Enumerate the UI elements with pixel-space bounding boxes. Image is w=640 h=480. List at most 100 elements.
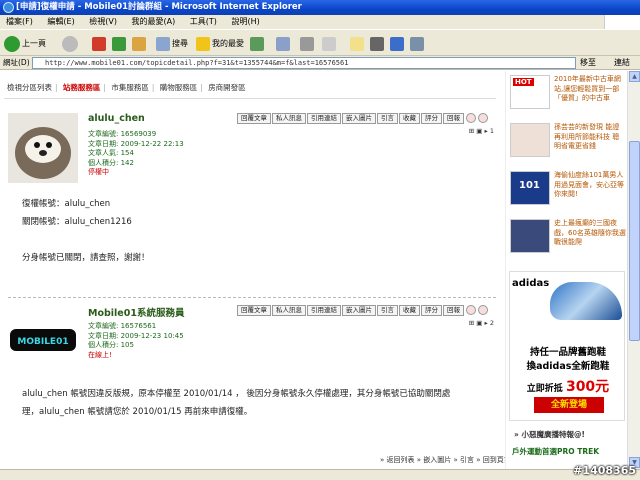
collect-button[interactable]: 收藏: [399, 113, 420, 124]
sidebar-link[interactable]: » 小惡魔廣播特報@!: [514, 429, 585, 440]
menu-edit[interactable]: 編輯(E): [47, 17, 74, 26]
refresh-button[interactable]: [112, 35, 126, 52]
stop-button[interactable]: [92, 35, 106, 52]
menu-favorites[interactable]: 我的最愛(A): [132, 17, 176, 26]
ad-image: HOT: [510, 75, 550, 109]
favorites-button[interactable]: 我的最愛: [196, 35, 244, 52]
ad-text: 2010年最新中古車網站,讓您輕鬆買到一部「優質」的中古車: [554, 75, 621, 102]
sidebar-ad[interactable]: 101 海偷仙度絲101萬男人用過見面會，安心亞等你來閱!: [510, 171, 626, 207]
scroll-up-arrow-icon[interactable]: ▲: [629, 71, 640, 82]
ad-image: [510, 219, 550, 253]
history-button[interactable]: [250, 35, 264, 52]
print-button[interactable]: [300, 35, 314, 52]
mail-button[interactable]: [276, 35, 290, 52]
bottom-links[interactable]: » 返回列表 » 嵌入圖片 » 引言 » 回到頁首: [380, 455, 505, 465]
messenger-icon: [370, 36, 384, 51]
quote-link-button[interactable]: 引用連結: [307, 305, 341, 316]
adidas-banner-ad[interactable]: adidas 持任一品牌舊跑鞋 換adidas全新跑鞋 立即折抵 300元 全新…: [509, 271, 625, 421]
status-bar: [0, 469, 640, 480]
private-message-button[interactable]: 私人訊息: [272, 113, 306, 124]
address-input[interactable]: http://www.mobile01.com/topicdetail.php?…: [32, 57, 576, 69]
report-button[interactable]: 回報: [443, 305, 464, 316]
new-arrival-badge: 全新登場: [534, 397, 604, 413]
nav-market[interactable]: 市集服務區: [111, 83, 149, 92]
embed-image-button[interactable]: 嵌入圖片: [342, 305, 376, 316]
menu-view[interactable]: 檢視(V): [89, 17, 117, 26]
post-meta: 文章編號: 16576561 文章日期: 2009-12-23 10:45 個人…: [88, 322, 184, 359]
reply-button[interactable]: 回覆文章: [237, 305, 271, 316]
research-button[interactable]: [390, 35, 404, 52]
post-body: alulu_chen 帳號因違反版規，原本停權至 2010/01/14 ， 後因…: [22, 389, 451, 417]
delete-icon[interactable]: [478, 305, 488, 315]
search-icon: [156, 36, 170, 51]
favorites-star-icon: [196, 36, 210, 51]
forward-button[interactable]: [62, 35, 80, 52]
rate-button[interactable]: 評分: [421, 305, 442, 316]
edit-button[interactable]: [322, 35, 336, 52]
stop-icon: [92, 36, 106, 51]
links-button[interactable]: 連結: [614, 56, 630, 70]
status-badge: 停權中: [88, 168, 109, 176]
ie-icon: [3, 2, 14, 13]
private-message-button[interactable]: 私人訊息: [272, 305, 306, 316]
menu-bar: 檔案(F) 編輯(E) 檢視(V) 我的最愛(A) 工具(T) 說明(H): [0, 15, 640, 29]
embed-image-button[interactable]: 嵌入圖片: [342, 113, 376, 124]
post-number: ⊞ ▣ ▸ 2: [468, 319, 494, 327]
ad-text: 孫芸芸的新發現 能證再利用所節能科技 聰明省電更省錢: [554, 123, 620, 150]
shoe-image: [550, 282, 622, 320]
nav-shopping[interactable]: 購物服務區: [160, 83, 198, 92]
collect-button[interactable]: 收藏: [399, 305, 420, 316]
ad-image: 101: [510, 171, 550, 205]
quote-link-button[interactable]: 引用連結: [307, 113, 341, 124]
sidebar-link[interactable]: 戶外運動首選PRO TREK: [512, 446, 599, 457]
page-content: 檢視分區列表 | 站務服務區 | 市集服務區 | 購物服務區 | 房商開發區 alulu…: [0, 71, 640, 469]
ad-text: 海偷仙度絲101萬男人用過見面會，安心亞等你來閱!: [554, 171, 624, 198]
post-username[interactable]: Mobile01系統服務員: [88, 305, 184, 319]
sidebar-ad[interactable]: 史上最瘋癲的三國夜戲，60名英雄隨你我選戰很能爬: [510, 219, 626, 255]
tool-button[interactable]: [410, 35, 424, 52]
messenger-button[interactable]: [370, 35, 384, 52]
windows-logo-icon: [604, 15, 640, 29]
report-button[interactable]: 回報: [443, 113, 464, 124]
refresh-icon: [112, 36, 126, 51]
scroll-thumb[interactable]: [629, 141, 640, 341]
post-username[interactable]: alulu_chen: [88, 113, 145, 124]
avatar: [8, 113, 78, 183]
address-bar: 網址(D) http://www.mobile01.com/topicdetai…: [0, 56, 640, 70]
avatar: MOBILE01: [8, 315, 78, 365]
back-button[interactable]: 上一頁: [4, 35, 46, 52]
menu-tools[interactable]: 工具(T): [190, 17, 217, 26]
post: MOBILE01 Mobile01系統服務員 文章編號: 16576561 文章…: [8, 305, 498, 455]
watermark: #1408365: [573, 464, 636, 477]
sidebar: HOT 2010年最新中古車網站,讓您輕鬆買到一部「優質」的中古車 孫芸芸的新發…: [505, 71, 627, 469]
back-arrow-icon: [4, 35, 20, 52]
post-actions: 回覆文章 私人訊息 引用連結 嵌入圖片 引言 收藏 評分 回報: [237, 305, 488, 316]
menu-file[interactable]: 檔案(F): [6, 17, 33, 26]
menu-help[interactable]: 說明(H): [231, 17, 259, 26]
nav-forum-list[interactable]: 檢視分區列表: [7, 83, 52, 92]
reply-button[interactable]: 回覆文章: [237, 113, 271, 124]
window-title: [申請]復權申請 - Mobile01討論群組 - Microsoft Inte…: [16, 2, 302, 12]
ad-image: [510, 123, 550, 157]
rate-button[interactable]: 評分: [421, 113, 442, 124]
help-icon[interactable]: [466, 113, 476, 123]
go-button[interactable]: 移至: [580, 56, 596, 70]
quote-button[interactable]: 引言: [377, 113, 398, 124]
delete-icon[interactable]: [478, 113, 488, 123]
ad-text: 史上最瘋癲的三國夜戲，60名英雄隨你我選戰很能爬: [554, 219, 626, 246]
post-body: 復權帳號：alulu_chen 關閉帳號：alulu_chen1216 分身帳號…: [22, 199, 150, 263]
sidebar-ad[interactable]: HOT 2010年最新中古車網站,讓您輕鬆買到一部「優質」的中古車: [510, 75, 626, 111]
help-icon[interactable]: [466, 305, 476, 315]
main-column: 檢視分區列表 | 站務服務區 | 市集服務區 | 購物服務區 | 房商開發區 alulu…: [0, 71, 505, 469]
discuss-icon: [350, 36, 364, 51]
vertical-scrollbar[interactable]: ▲ ▼: [627, 71, 640, 469]
nav-site-service[interactable]: 站務服務區: [63, 83, 101, 92]
edit-icon: [322, 36, 336, 51]
home-icon: [132, 36, 146, 51]
nav-dev[interactable]: 房商開發區: [208, 83, 246, 92]
sidebar-ad[interactable]: 孫芸芸的新發現 能證再利用所節能科技 聰明省電更省錢: [510, 123, 626, 159]
search-button[interactable]: 搜尋: [156, 35, 188, 52]
discuss-button[interactable]: [350, 35, 364, 52]
home-button[interactable]: [132, 35, 146, 52]
quote-button[interactable]: 引言: [377, 305, 398, 316]
